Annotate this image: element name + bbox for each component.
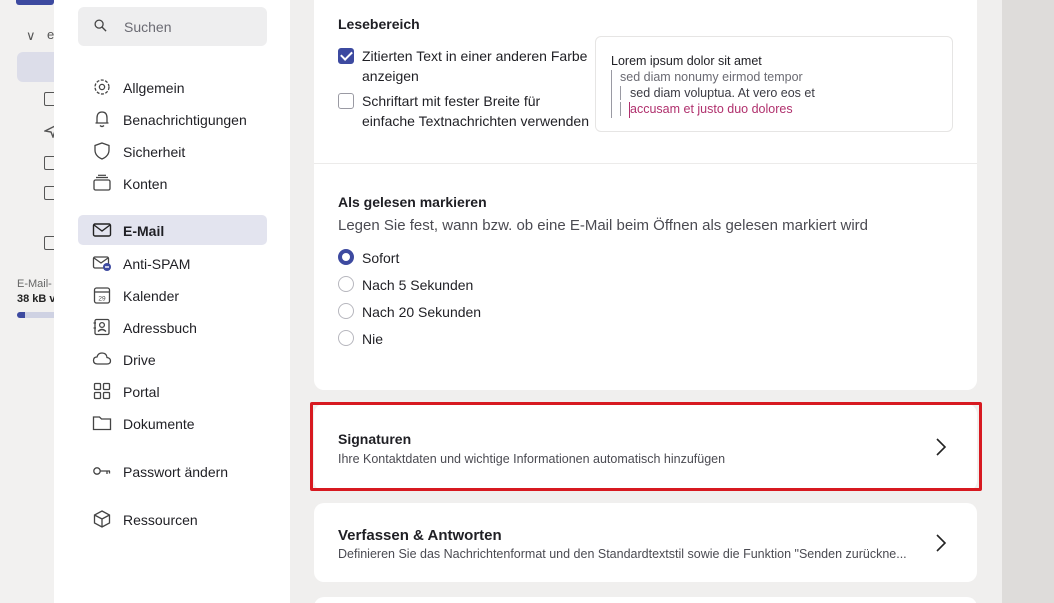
sidebar-item-passwort[interactable]: Passwort ändern	[78, 456, 267, 486]
radio-5-sekunden[interactable]	[338, 276, 354, 292]
quote-preview: Lorem ipsum dolor sit amet sed diam nonu…	[595, 36, 953, 132]
quote-color-label-line2: anzeigen	[362, 68, 419, 84]
section-divider	[314, 163, 977, 164]
sidebar-item-label: Passwort ändern	[123, 464, 229, 480]
sidebar-item-label: Anti-SPAM	[123, 256, 191, 272]
sidebar-item-email[interactable]: E-Mail	[78, 215, 267, 245]
preview-line-4: accusam et justo duo dolores	[620, 102, 793, 116]
mark-read-description: Legen Sie fest, wann bzw. ob eine E-Mail…	[338, 217, 868, 234]
monospace-label[interactable]: Schriftart mit fester Breite für einfach…	[362, 91, 589, 131]
reading-settings-card: Lesebereich Zitierten Text in einer ande…	[314, 0, 977, 390]
app-header-strip	[16, 0, 54, 5]
sidebar-item-allgemein[interactable]: Allgemein	[78, 72, 267, 102]
search-placeholder: Suchen	[124, 19, 172, 35]
chevron-right-icon	[936, 534, 947, 552]
monospace-checkbox[interactable]	[338, 93, 354, 109]
background-mail-app: ∨ e E-Mail- 38 kB v	[0, 0, 59, 603]
quote-color-checkbox[interactable]	[338, 48, 354, 64]
sidebar-item-benachrichtigungen[interactable]: Benachrichtigungen	[78, 104, 267, 134]
cube-icon	[93, 510, 111, 528]
preview-line-2: sed diam nonumy eirmod tempor	[620, 70, 803, 84]
radio-sofort[interactable]	[338, 249, 354, 265]
radio-label-sofort[interactable]: Sofort	[362, 250, 399, 266]
compose-subtitle: Definieren Sie das Nachrichtenformat und…	[338, 547, 907, 561]
background-right-edge	[1002, 0, 1054, 603]
mark-read-title: Als gelesen markieren	[338, 194, 487, 210]
monospace-label-line2: einfache Textnachrichten verwenden	[362, 113, 590, 129]
sidebar-item-konten[interactable]: Konten	[78, 168, 267, 198]
sidebar-item-label: Dokumente	[123, 416, 195, 432]
collapse-chevron-icon[interactable]: ∨	[26, 28, 36, 44]
addressbook-icon	[93, 318, 110, 336]
radio-nie[interactable]	[338, 330, 354, 346]
cloud-icon	[92, 352, 112, 365]
preview-line-1: Lorem ipsum dolor sit amet	[611, 54, 762, 68]
sidebar-item-label: E-Mail	[123, 223, 165, 239]
sidebar-item-label: Sicherheit	[123, 144, 186, 160]
sidebar-item-kalender[interactable]: 29 Kalender	[78, 280, 267, 310]
radio-label-nie[interactable]: Nie	[362, 331, 383, 347]
quota-label: E-Mail-	[17, 278, 52, 290]
sidebar-item-label: Kalender	[123, 288, 180, 304]
shield-icon	[94, 142, 110, 160]
signatures-highlight-frame	[310, 402, 982, 491]
sidebar-item-adressbuch[interactable]: Adressbuch	[78, 312, 267, 342]
reading-section-title: Lesebereich	[338, 16, 420, 32]
compose-title: Verfassen & Antworten	[338, 527, 502, 544]
bell-icon	[95, 111, 109, 128]
radio-label-20-sekunden[interactable]: Nach 20 Sekunden	[362, 304, 481, 320]
mail-icon	[92, 223, 112, 237]
quote-bar-outer	[611, 70, 612, 118]
grid-icon	[93, 382, 111, 400]
sidebar-item-label: Adressbuch	[123, 320, 197, 336]
quota-size: 38 kB v	[17, 293, 56, 305]
settings-content: Lesebereich Zitierten Text in einer ande…	[290, 0, 1002, 603]
accounts-icon	[93, 174, 111, 191]
radio-20-sekunden[interactable]	[338, 303, 354, 319]
sidebar-item-label: Ressourcen	[123, 512, 198, 528]
key-icon	[93, 467, 111, 475]
search-input[interactable]: Suchen	[78, 7, 267, 46]
next-card-partial[interactable]	[314, 597, 977, 603]
sidebar-item-label: Drive	[123, 352, 156, 368]
active-folder-highlight[interactable]	[17, 52, 54, 82]
sidebar-item-label: Konten	[123, 176, 168, 192]
settings-sidebar: Suchen Allgemein Benachrichtigungen Sich…	[54, 0, 290, 603]
folder-icon	[92, 416, 112, 431]
sidebar-item-label: Benachrichtigungen	[123, 112, 247, 128]
settings-dialog: Suchen Allgemein Benachrichtigungen Sich…	[54, 0, 1002, 603]
spam-mail-icon	[92, 256, 111, 271]
sidebar-item-label: Allgemein	[123, 80, 185, 96]
sidebar-item-portal[interactable]: Portal	[78, 376, 267, 406]
quote-color-label[interactable]: Zitierten Text in einer anderen Farbe an…	[362, 46, 587, 86]
sidebar-item-drive[interactable]: Drive	[78, 344, 267, 374]
search-icon	[94, 19, 107, 32]
sidebar-item-anti-spam[interactable]: Anti-SPAM	[78, 248, 267, 278]
calendar-icon: 29	[93, 287, 111, 304]
sidebar-item-sicherheit[interactable]: Sicherheit	[78, 136, 267, 166]
gear-icon	[94, 79, 110, 95]
sidebar-item-ressourcen[interactable]: Ressourcen	[78, 504, 267, 534]
quota-bar	[17, 312, 57, 318]
quote-color-label-line1: Zitierten Text in einer anderen Farbe	[362, 48, 588, 64]
monospace-label-line1: Schriftart mit fester Breite für	[362, 93, 541, 109]
sidebar-item-dokumente[interactable]: Dokumente	[78, 408, 267, 438]
quota-fill	[17, 312, 25, 318]
calendar-day: 29	[98, 296, 106, 303]
radio-label-5-sekunden[interactable]: Nach 5 Sekunden	[362, 277, 473, 293]
preview-line-3: sed diam voluptua. At vero eos et	[620, 86, 815, 100]
sidebar-item-label: Portal	[123, 384, 160, 400]
compose-card[interactable]: Verfassen & Antworten Definieren Sie das…	[314, 503, 977, 582]
